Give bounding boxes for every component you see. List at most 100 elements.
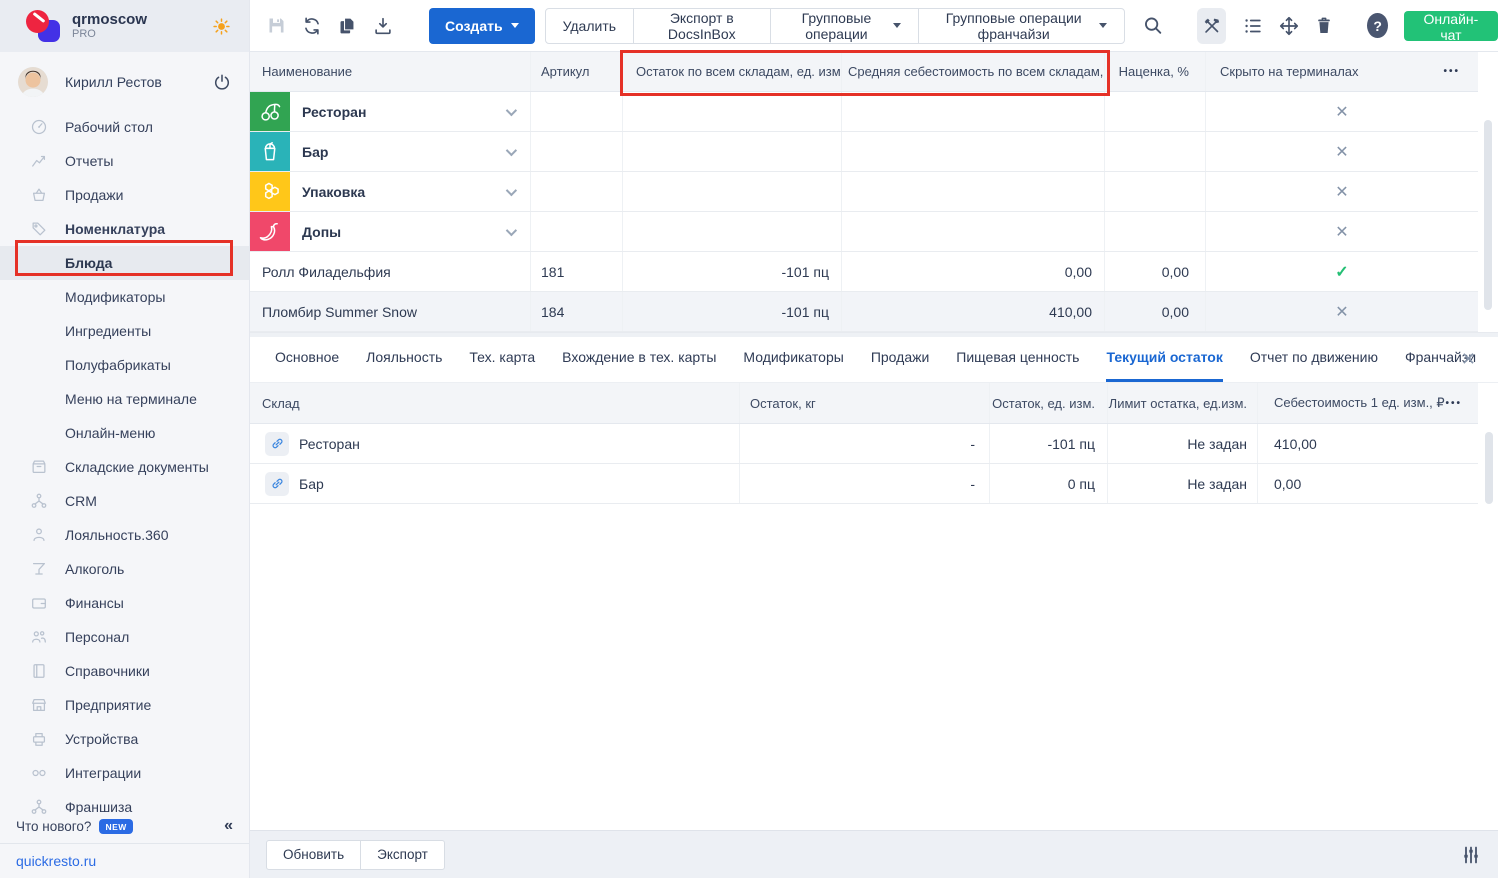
download-icon[interactable] (372, 15, 394, 37)
table-row-group-extras[interactable]: Допы ✕ (250, 212, 1478, 252)
column-header-sku: Артикул (531, 52, 623, 91)
table-row-group-restaurant[interactable]: Ресторан ✕ (250, 92, 1478, 132)
sidebar-item-semifinished[interactable]: Полуфабрикаты (0, 348, 249, 382)
close-icon[interactable]: ✕ (1461, 349, 1476, 370)
list-view-icon[interactable] (1242, 15, 1264, 37)
table-row-roll-philadelphia[interactable]: Ролл Филадельфия 181 -101 пц 0,00 0,00 ✓ (250, 252, 1478, 292)
tab-movement-report[interactable]: Отчет по движению (1250, 349, 1378, 382)
tab-loyalty[interactable]: Лояльность (366, 349, 442, 382)
sidebar-item-terminal-menu[interactable]: Меню на терминале (0, 382, 249, 416)
sidebar-item-devices[interactable]: Устройства (0, 722, 249, 756)
export-button[interactable]: Экспорт (360, 840, 445, 870)
cell-stock: -101 пц (623, 292, 842, 331)
cell-avg-cost (842, 172, 1105, 211)
products-table: Наименование Артикул Остаток по всем скл… (250, 52, 1478, 332)
trash-icon[interactable] (1314, 15, 1334, 37)
sidebar-footer: Что нового? NEW « quickresto.ru (0, 811, 249, 876)
move-icon[interactable] (1278, 15, 1300, 37)
stock-table-scrollbar[interactable] (1485, 432, 1493, 504)
chevron-down-icon[interactable] (506, 224, 517, 235)
table-row-plombir-summer-snow[interactable]: Пломбир Summer Snow 184 -101 пц 410,00 0… (250, 292, 1478, 332)
main-content: Создать Удалить Экспорт в DocsInBox Груп… (250, 0, 1498, 878)
tools-icon[interactable] (1197, 8, 1226, 44)
group-operations-button[interactable]: Групповые операции (770, 8, 920, 44)
column-header-limit: Лимит остатка, ед.изм. (1108, 383, 1258, 423)
cell-markup (1105, 132, 1206, 171)
footer-button-group: Обновить Экспорт (266, 840, 445, 870)
sidebar-item-dashboard[interactable]: Рабочий стол (0, 110, 249, 144)
refresh-button[interactable]: Обновить (266, 840, 361, 870)
sidebar-item-finance[interactable]: Финансы (0, 586, 249, 620)
workspace-name: qrmoscow (72, 11, 212, 28)
chevron-down-icon[interactable] (506, 184, 517, 195)
group-operations-franchise-button[interactable]: Групповые операции франчайзи (918, 8, 1125, 44)
stock-row-bar[interactable]: Бар - 0 пц Не задан 0,00 (250, 464, 1478, 504)
sidebar-item-warehouse-docs[interactable]: Складские документы (0, 450, 249, 484)
tab-tech-card-usage[interactable]: Вхождение в тех. карты (562, 349, 716, 382)
cell-stock (623, 132, 842, 171)
cell-markup (1105, 212, 1206, 251)
sidebar-item-integrations[interactable]: Интеграции (0, 756, 249, 790)
book-icon (30, 662, 48, 680)
products-table-scrollbar[interactable] (1484, 120, 1492, 310)
cell-sku (531, 92, 623, 131)
column-settings-icon[interactable]: ••• (1443, 66, 1460, 77)
sidebar-item-online-menu[interactable]: Онлайн-меню (0, 416, 249, 450)
cell-markup: 0,00 (1105, 252, 1206, 291)
export-docsinbox-button[interactable]: Экспорт в DocsInBox (633, 8, 771, 44)
sidebar-item-nomenclature[interactable]: Номенклатура (0, 212, 249, 246)
whats-new-link[interactable]: Что нового? (16, 819, 91, 834)
online-chat-button[interactable]: Онлайн-чат (1404, 11, 1498, 41)
save-icon[interactable] (266, 15, 287, 37)
theme-sun-icon[interactable] (212, 17, 231, 36)
logout-power-icon[interactable] (213, 73, 231, 91)
table-row-group-packaging[interactable]: Упаковка ✕ (250, 172, 1478, 212)
basket-icon (30, 186, 48, 204)
box-icon (30, 458, 48, 476)
sidebar-item-staff[interactable]: Персонал (0, 620, 249, 654)
cell-avg-cost (842, 132, 1105, 171)
quickresto-site-link[interactable]: quickresto.ru (16, 853, 96, 869)
sidebar-item-reports[interactable]: Отчеты (0, 144, 249, 178)
sidebar-item-modifiers[interactable]: Модификаторы (0, 280, 249, 314)
link-icon[interactable] (265, 432, 289, 456)
create-button[interactable]: Создать (429, 8, 535, 44)
table-settings-sliders-icon[interactable] (1460, 844, 1482, 866)
column-settings-icon[interactable]: ••• (1445, 398, 1462, 409)
chili-pepper-icon (250, 212, 290, 251)
sidebar-item-crm[interactable]: CRM (0, 484, 249, 518)
sidebar-item-ingredients[interactable]: Ингредиенты (0, 314, 249, 348)
tab-current-stock[interactable]: Текущий остаток (1106, 349, 1222, 382)
cell-limit: Не задан (1108, 464, 1258, 503)
sidebar-item-loyalty360[interactable]: Лояльность.360 (0, 518, 249, 552)
table-row-group-bar[interactable]: Бар ✕ (250, 132, 1478, 172)
delete-button[interactable]: Удалить (545, 8, 634, 44)
copy-icon[interactable] (337, 15, 358, 37)
tab-modifiers[interactable]: Модификаторы (743, 349, 843, 382)
wallet-icon (30, 594, 48, 612)
tab-nutrition[interactable]: Пищевая ценность (956, 349, 1079, 382)
empty-area (250, 504, 1498, 830)
refresh-icon[interactable] (301, 15, 323, 37)
link-icon[interactable] (265, 472, 289, 496)
help-icon[interactable]: ? (1367, 13, 1387, 38)
sidebar-item-enterprise[interactable]: Предприятие (0, 688, 249, 722)
user-row: Кирилл Рестов (0, 60, 249, 104)
martini-icon (30, 560, 48, 578)
tab-main[interactable]: Основное (275, 349, 339, 382)
sidebar-item-dishes[interactable]: Блюда (0, 246, 249, 280)
collapse-sidebar-icon[interactable]: « (224, 817, 233, 835)
sidebar-item-alcohol[interactable]: Алкоголь (0, 552, 249, 586)
chevron-down-icon[interactable] (506, 144, 517, 155)
column-header-stock: Остаток по всем складам, ед. изм. (623, 52, 842, 91)
sidebar-item-directories[interactable]: Справочники (0, 654, 249, 688)
tab-sales[interactable]: Продажи (871, 349, 929, 382)
cell-sku: 181 (531, 252, 623, 291)
tab-tech-card[interactable]: Тех. карта (469, 349, 535, 382)
search-icon[interactable] (1142, 15, 1164, 37)
sidebar-item-sales[interactable]: Продажи (0, 178, 249, 212)
stock-row-restaurant[interactable]: Ресторан - -101 пц Не задан 410,00 (250, 424, 1478, 464)
chevron-down-icon[interactable] (506, 104, 517, 115)
user-name: Кирилл Рестов (65, 74, 213, 90)
cherries-icon (250, 92, 290, 131)
